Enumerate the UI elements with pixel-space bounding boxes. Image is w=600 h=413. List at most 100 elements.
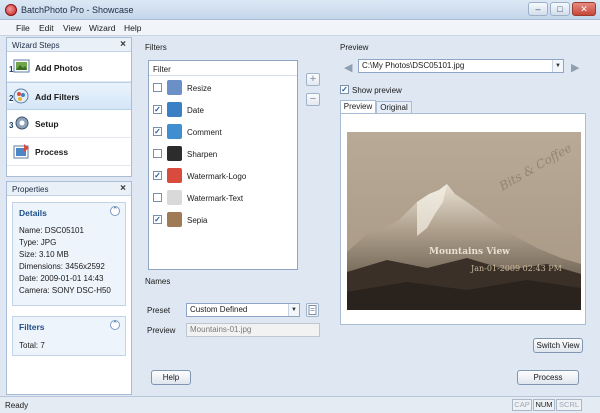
filters-title: Filters [145,43,167,52]
close-icon[interactable]: × [120,39,126,50]
filters-summary-card: Filters ⌃ Total: 7 [12,316,126,356]
caps-indicator: CAP [512,399,532,411]
sepia-icon [167,212,182,227]
wizard-steps-header: Wizard Steps × [7,38,131,52]
close-icon[interactable]: × [120,183,126,194]
filters-summary-title: Filters [19,322,45,332]
show-preview-checkbox[interactable]: ✓ [340,85,349,94]
step-setup[interactable]: 3 Setup [7,110,131,138]
detail-type: Type: JPG [19,238,57,247]
maximize-button[interactable]: □ [550,2,570,16]
collapse-icon[interactable]: ⌃ [110,320,120,330]
close-window-button[interactable]: ✕ [572,2,596,16]
filter-label: Watermark-Logo [187,172,247,181]
status-text: Ready [5,401,29,410]
chevron-down-icon: ▼ [288,304,299,316]
photo-caption: Mountains View [429,247,510,257]
filter-row[interactable]: Resize [149,78,297,98]
menu-bar: File Edit View Wizard Help [0,20,600,36]
filter-label: Date [187,106,204,115]
file-select[interactable]: C:\My Photos\DSC05101.jpg ▼ [358,59,564,73]
filter-row[interactable]: ✓ Date [149,100,297,120]
filter-checkbox[interactable]: ✓ [153,171,162,180]
sharpen-icon [167,146,182,161]
filter-label: Watermark-Text [187,194,244,203]
app-logo-icon [5,4,17,16]
date-icon [167,102,182,117]
num-indicator: NUM [533,399,555,411]
status-bar: Ready CAP NUM SCRL [0,396,600,413]
step-number: 2 [9,94,14,103]
step-number: 3 [9,121,14,130]
preset-value: Custom Defined [190,305,248,314]
filter-checkbox[interactable] [153,193,162,202]
filter-row[interactable]: Watermark-Text [149,188,297,208]
filter-checkbox[interactable]: ✓ [153,105,162,114]
resize-icon [167,80,182,95]
name-preview-field[interactable]: Mountains-01.jpg [186,323,320,337]
add-filter-button[interactable]: + [306,73,320,86]
filter-row[interactable]: Sharpen [149,144,297,164]
photo-date-stamp: Jan-01-2009 02:43 PM [471,264,562,273]
step-process[interactable]: Process [7,138,131,166]
details-title: Details [19,208,47,218]
wizard-steps-title: Wizard Steps [12,41,60,50]
add-photos-icon [11,58,31,78]
filter-row[interactable]: ✓ Comment [149,122,297,142]
filter-label: Resize [187,84,212,93]
minimize-button[interactable]: – [528,2,548,16]
watermark-logo-icon [167,168,182,183]
detail-name: Name: DSC05101 [19,226,84,235]
menu-edit[interactable]: Edit [39,23,54,33]
detail-dimensions: Dimensions: 3456x2592 [19,262,105,271]
menu-view[interactable]: View [63,23,81,33]
filter-row[interactable]: ✓ Watermark-Logo [149,166,297,186]
setup-icon [11,114,31,134]
switch-view-button[interactable]: Switch View [533,338,583,353]
prev-arrow-icon[interactable]: ◀ [344,61,352,74]
filter-row[interactable]: ✓ Sepia [149,210,297,230]
filters-total: Total: 7 [19,341,45,350]
step-number: 1 [9,65,14,74]
remove-filter-button[interactable]: − [306,93,320,106]
document-icon [308,305,317,315]
minimize-icon: – [535,4,541,14]
properties-pane: Properties × Details ⌃ Name: DSC05101 Ty… [6,181,132,395]
preview-title: Preview [340,43,369,52]
filter-checkbox[interactable]: ✓ [153,127,162,136]
show-preview-label: Show preview [352,86,402,95]
menu-file[interactable]: File [16,23,30,33]
watermark-text-icon [167,190,182,205]
menu-help[interactable]: Help [124,23,141,33]
process-button[interactable]: Process [517,370,579,385]
preset-label: Preset [147,306,171,315]
filter-list-header: Filter [149,61,297,76]
next-arrow-icon[interactable]: ▶ [571,61,579,74]
details-card: Details ⌃ Name: DSC05101 Type: JPG Size:… [12,202,126,306]
window-title: BatchPhoto Pro - Showcase [21,5,134,15]
process-icon [11,142,31,162]
filter-checkbox[interactable] [153,149,162,158]
help-button[interactable]: Help [151,370,191,385]
collapse-icon[interactable]: ⌃ [110,206,120,216]
chevron-down-icon: ▼ [552,60,563,72]
add-filters-icon [11,87,31,107]
step-add-photos[interactable]: 1 Add Photos [7,54,131,82]
filter-label: Sharpen [187,150,218,159]
edit-preset-button[interactable] [306,303,319,317]
filter-label: Sepia [187,216,208,225]
menu-wizard[interactable]: Wizard [89,23,115,33]
preview-image: Bits & Coffee Mountains View Jan-01-2009… [347,132,581,310]
preset-select[interactable]: Custom Defined ▼ [186,303,300,317]
filter-checkbox[interactable]: ✓ [153,215,162,224]
detail-date: Date: 2009-01-01 14:43 [19,274,104,283]
comment-icon [167,124,182,139]
filters-area: Filters Filter Resize ✓ Date ✓ Comment Sharpe… [140,37,332,273]
filter-checkbox[interactable] [153,83,162,92]
properties-header: Properties × [7,182,131,196]
step-label: Setup [35,119,59,129]
scroll-indicator: SCRL [556,399,582,411]
maximize-icon: □ [557,4,563,14]
filter-label: Comment [187,128,222,137]
step-add-filters[interactable]: 2 Add Filters [7,82,131,110]
